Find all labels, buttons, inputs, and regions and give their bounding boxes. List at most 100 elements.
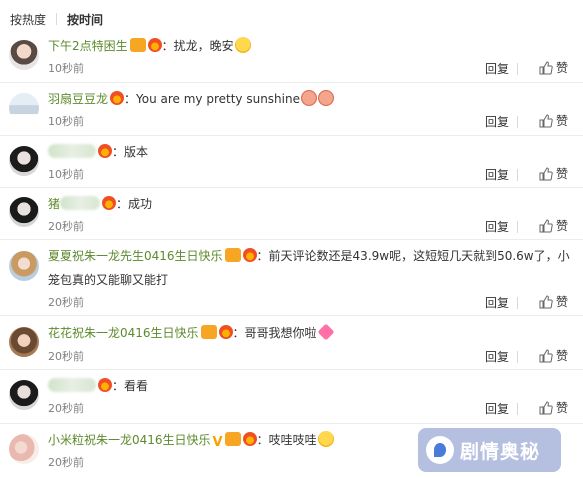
avatar[interactable] <box>9 434 39 464</box>
pig-emoji-icon <box>300 90 317 106</box>
avatar[interactable] <box>9 251 39 281</box>
action-divider <box>517 297 518 309</box>
comment-item: ：看看 20秒前 回复 赞 <box>0 370 583 424</box>
like-button[interactable]: 赞 <box>539 113 568 129</box>
avatar[interactable] <box>9 197 39 227</box>
comment-text: 花花祝朱一龙0416生日快乐 ：哥哥我想你啦 <box>48 323 573 343</box>
comment-username[interactable]: 花花祝朱一龙0416生日快乐 <box>48 326 199 340</box>
tab-by-popularity[interactable]: 按热度 <box>10 11 46 28</box>
thumbs-up-icon <box>539 401 553 415</box>
reply-button[interactable]: 回复 <box>485 167 509 183</box>
like-label: 赞 <box>555 114 568 128</box>
reply-button[interactable]: 回复 <box>485 219 509 235</box>
like-button[interactable]: 赞 <box>539 294 568 310</box>
reply-button[interactable]: 回复 <box>485 295 509 311</box>
comment-content: ：扰龙，晚安 <box>161 39 234 53</box>
blurred-username <box>60 196 101 210</box>
like-button[interactable]: 赞 <box>539 348 568 364</box>
comment-content: ：哥哥我想你啦 <box>232 326 317 340</box>
like-button[interactable]: 赞 <box>539 218 568 234</box>
comment-username[interactable]: 夏夏祝朱一龙先生0416生日快乐 <box>48 249 223 263</box>
thumbs-up-icon <box>539 167 553 181</box>
thumbs-up-icon <box>539 295 553 309</box>
thumbs-up-icon <box>539 219 553 233</box>
fire-badge-icon <box>98 144 112 158</box>
comment-text: ：版本 <box>48 142 573 162</box>
action-divider <box>517 169 518 181</box>
vip-badge-icon <box>224 248 241 262</box>
blurred-username <box>48 378 96 392</box>
heart-emoji-icon <box>317 323 335 341</box>
comment-item: 羽扇豆豆龙 ：You are my pretty sunshine 10秒前 回复… <box>0 83 583 136</box>
vip-badge-icon <box>224 432 241 446</box>
comment-text: 羽扇豆豆龙 ：You are my pretty sunshine <box>48 89 573 109</box>
comment-username[interactable]: 下午2点特困生 <box>48 39 128 53</box>
reply-button[interactable]: 回复 <box>485 61 509 77</box>
comment-text-continued: 笼包真的又能聊又能打 <box>48 273 169 287</box>
comment-username[interactable]: 羽扇豆豆龙 <box>48 92 108 106</box>
comment-content: ：版本 <box>112 145 149 159</box>
like-button[interactable]: 赞 <box>539 400 568 416</box>
fire-badge-icon <box>102 196 117 210</box>
comment-item: 花花祝朱一龙0416生日快乐 ：哥哥我想你啦 20秒前 回复 赞 <box>0 316 583 370</box>
like-label: 赞 <box>555 295 568 309</box>
comment-text: 夏夏祝朱一龙先生0416生日快乐 ：前天评论数还是43.9w呢，这短短几天就到50… <box>48 246 573 266</box>
avatar[interactable] <box>9 380 39 410</box>
smile-emoji-icon <box>234 37 251 53</box>
comment-time: 10秒前 <box>48 168 84 181</box>
comment-time: 20秒前 <box>48 296 84 309</box>
comment-item: 下午2点特困生 ：扰龙，晚安 10秒前 回复 赞 <box>0 32 583 83</box>
comment-time: 20秒前 <box>48 350 84 363</box>
verified-v-icon: V <box>212 435 223 450</box>
comment-content: ：You are my pretty sunshine <box>124 92 300 106</box>
watermark-text: 剧情奥秘 <box>460 440 541 463</box>
comment-text: ：看看 <box>48 376 573 396</box>
fire-badge-icon <box>242 432 257 446</box>
comment-content: ：吱哇吱哇 <box>256 433 317 447</box>
comment-time: 20秒前 <box>48 220 84 233</box>
avatar[interactable] <box>9 93 39 123</box>
action-divider <box>517 403 518 415</box>
fire-badge-icon <box>242 248 257 262</box>
like-label: 赞 <box>555 167 568 181</box>
watermark-logo: 剧情奥秘 <box>418 428 561 472</box>
like-button[interactable]: 赞 <box>539 60 568 76</box>
avatar[interactable] <box>9 146 39 176</box>
fire-badge-icon <box>98 378 112 392</box>
reply-button[interactable]: 回复 <box>485 401 509 417</box>
sort-tabs: 按热度 按时间 <box>10 9 103 29</box>
blurred-username <box>48 144 96 158</box>
shocked-emoji-icon <box>317 431 334 447</box>
comment-username[interactable]: 小米粒祝朱一龙0416生日快乐 <box>48 433 211 447</box>
comment-content: ：看看 <box>112 379 149 393</box>
comment-item: 夏夏祝朱一龙先生0416生日快乐 ：前天评论数还是43.9w呢，这短短几天就到50… <box>0 240 583 316</box>
comment-time: 10秒前 <box>48 115 84 128</box>
comment-item: ：版本 10秒前 回复 赞 <box>0 136 583 188</box>
like-label: 赞 <box>555 401 568 415</box>
reply-button[interactable]: 回复 <box>485 349 509 365</box>
like-label: 赞 <box>555 61 568 75</box>
comment-time: 20秒前 <box>48 456 84 469</box>
avatar[interactable] <box>9 40 39 70</box>
action-divider <box>517 351 518 363</box>
fire-badge-icon <box>110 91 125 105</box>
avatar[interactable] <box>9 327 39 357</box>
action-divider <box>517 116 518 128</box>
comment-text: 猪 ：成功 <box>48 194 573 214</box>
comment-item: 猪 ：成功 20秒前 回复 赞 <box>0 188 583 240</box>
comment-username[interactable]: 猪 <box>48 197 60 211</box>
pig-emoji-icon <box>317 90 334 106</box>
thumbs-up-icon <box>539 114 553 128</box>
tab-by-time[interactable]: 按时间 <box>67 11 103 28</box>
action-divider <box>517 221 518 233</box>
vip-badge-icon <box>129 38 146 52</box>
tab-divider <box>56 13 58 25</box>
like-label: 赞 <box>555 349 568 363</box>
comment-content: ：前天评论数还是43.9w呢，这短短几天就到50.6w了，小 <box>256 249 570 263</box>
like-button[interactable]: 赞 <box>539 166 568 182</box>
reply-button[interactable]: 回复 <box>485 114 509 130</box>
comment-time: 20秒前 <box>48 402 84 415</box>
like-label: 赞 <box>555 219 568 233</box>
fire-badge-icon <box>147 38 162 52</box>
comment-time: 10秒前 <box>48 62 84 75</box>
